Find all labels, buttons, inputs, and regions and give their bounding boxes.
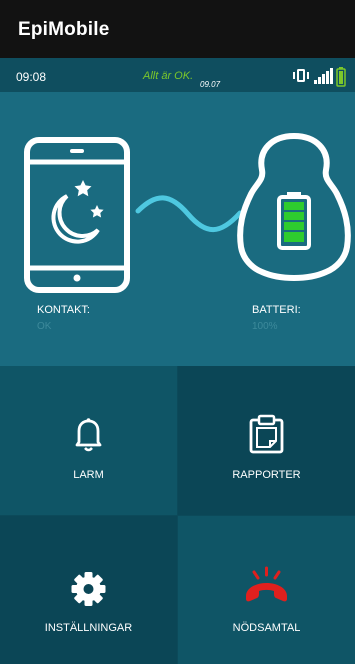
status-message-time: 09.07 bbox=[200, 80, 221, 89]
signal-icon bbox=[314, 68, 333, 84]
clipboard-icon bbox=[249, 414, 284, 454]
battery-value: 100% bbox=[252, 321, 278, 332]
device-status-panel: KONTAKT: OK BATTERI: 100% bbox=[0, 92, 355, 366]
status-icons bbox=[293, 67, 346, 87]
battery-icon bbox=[336, 67, 346, 87]
vibrate-icon bbox=[293, 69, 309, 82]
status-message: Allt är OK. bbox=[143, 70, 194, 82]
status-time: 09:08 bbox=[16, 70, 47, 84]
app-title: EpiMobile bbox=[18, 19, 110, 40]
contact-label: KONTAKT: bbox=[37, 304, 90, 316]
bell-icon bbox=[75, 418, 102, 452]
status-bar: 09:08 Allt är OK. 09.07 bbox=[0, 58, 355, 92]
alarm-label: LARM bbox=[73, 469, 104, 481]
settings-button[interactable]: INSTÄLLNINGAR bbox=[0, 516, 177, 664]
alarm-button[interactable]: LARM bbox=[0, 366, 177, 515]
app-bar: EpiMobile bbox=[0, 0, 355, 58]
reports-button[interactable]: RAPPORTER bbox=[178, 366, 355, 515]
reports-label: RAPPORTER bbox=[232, 469, 301, 481]
battery-label: BATTERI: bbox=[252, 304, 301, 316]
app-screen: EpiMobile 09:08 Allt är OK. 09.07 KONTAK… bbox=[0, 0, 355, 664]
emergency-call-label: NÖDSAMTAL bbox=[232, 622, 301, 634]
wave-connection-icon bbox=[135, 195, 243, 232]
contact-value: OK bbox=[37, 321, 52, 332]
phone-moon-stars-icon bbox=[24, 137, 130, 293]
emergency-phone-icon bbox=[246, 566, 287, 602]
menu-grid: LARM RAPPORTER INSTÄLLNINGAR NÖDSAMTAL bbox=[0, 366, 355, 664]
emergency-call-button[interactable]: NÖDSAMTAL bbox=[178, 516, 355, 664]
gear-icon bbox=[71, 572, 106, 606]
settings-label: INSTÄLLNINGAR bbox=[44, 622, 133, 634]
device-battery-icon bbox=[237, 133, 351, 281]
